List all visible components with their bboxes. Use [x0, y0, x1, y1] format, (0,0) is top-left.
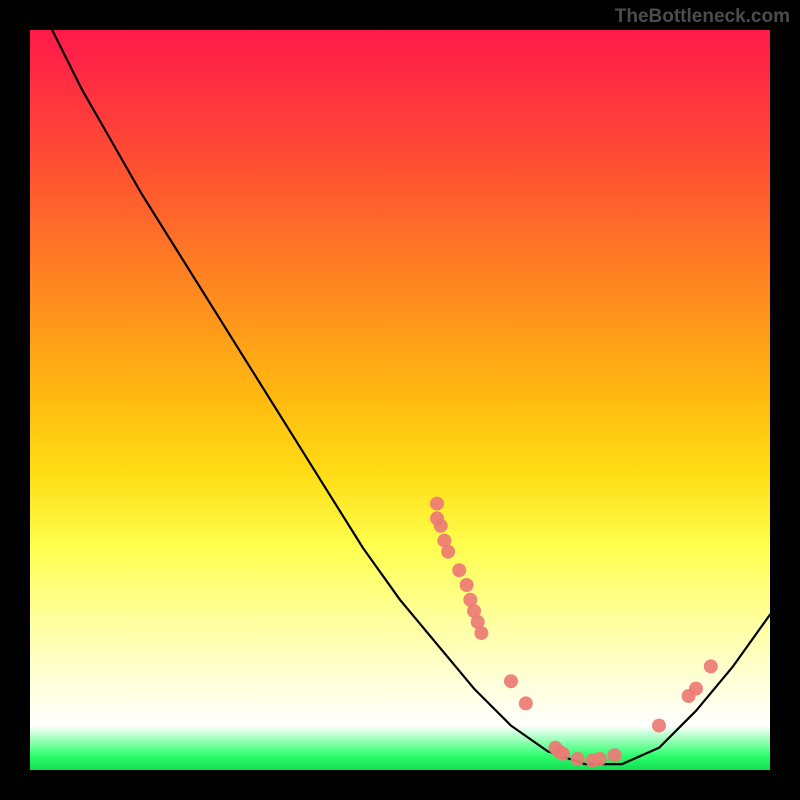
chart-container: TheBottleneck.com	[0, 0, 800, 800]
watermark-text: TheBottleneck.com	[615, 6, 790, 28]
bottleneck-curve	[30, 30, 770, 770]
plot-area	[30, 30, 770, 770]
